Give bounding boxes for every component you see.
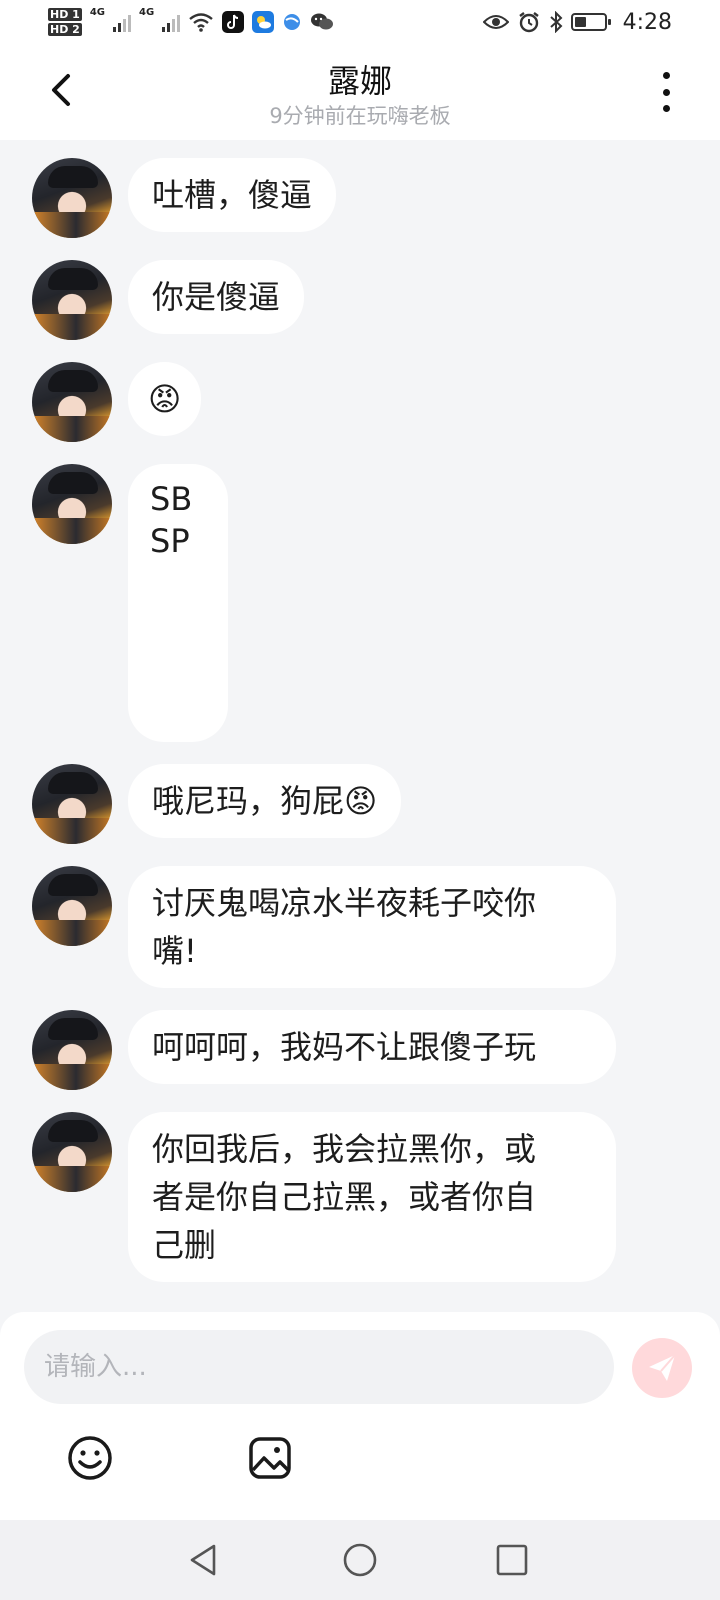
avatar[interactable] <box>32 764 112 844</box>
message-bubble[interactable]: 呵呵呵，我妈不让跟傻子玩 <box>128 1010 616 1084</box>
message-item: 讨厌鬼喝凉水半夜耗子咬你 嘴! <box>32 866 616 988</box>
sim1-label: HD 1 <box>48 8 82 21</box>
status-bar-left: HD 1 HD 2 4G 4G <box>48 7 334 37</box>
avatar[interactable] <box>32 158 112 238</box>
browser-icon <box>284 14 301 30</box>
send-icon <box>649 1354 676 1381</box>
message-item: 😡 <box>32 362 202 442</box>
status-time: 4:28 <box>622 9 672 35</box>
message-item: 吐槽，傻逼 <box>32 158 337 238</box>
wechat-icon <box>311 13 334 30</box>
eye-icon <box>482 15 509 29</box>
message-bubble[interactable]: 哦尼玛，狗屁😡 <box>128 764 402 838</box>
message-item: 你回我后，我会拉黑你，或 者是你自己拉黑，或者你自 己删 <box>32 1112 616 1282</box>
message-bubble[interactable]: 你是傻逼 <box>128 260 305 334</box>
contact-status: 9分钟前在玩嗨老板 <box>269 104 451 128</box>
send-button[interactable] <box>632 1338 692 1398</box>
avatar[interactable] <box>32 362 112 442</box>
battery-icon <box>570 13 611 31</box>
message-item: 哦尼玛，狗屁😡 <box>32 764 402 844</box>
status-bar: HD 1 HD 2 4G 4G 4:28 <box>0 0 720 44</box>
nav-recents-icon[interactable] <box>492 1540 532 1580</box>
nav-back-icon[interactable] <box>184 1540 224 1580</box>
contact-name: 露娜 <box>327 62 392 100</box>
emoji-icon[interactable] <box>66 1434 114 1482</box>
message-bubble[interactable]: SB SP <box>128 464 228 742</box>
wifi-icon <box>189 13 213 32</box>
nav-home-icon[interactable] <box>340 1540 380 1580</box>
system-nav-bar <box>0 1520 720 1600</box>
network-type-1: 4G <box>89 7 105 18</box>
signal-icon-2 <box>162 12 181 32</box>
message-bubble[interactable]: 吐槽，傻逼 <box>128 158 337 232</box>
message-list[interactable]: 吐槽，傻逼 你是傻逼 😡 SB SP 哦尼玛，狗屁😡 讨厌鬼喝凉水半夜耗子咬你 … <box>0 140 720 1310</box>
network-type-2: 4G <box>139 7 155 18</box>
message-item: SB SP <box>32 464 228 742</box>
avatar[interactable] <box>32 464 112 544</box>
input-area <box>0 1312 720 1520</box>
avatar[interactable] <box>32 1010 112 1090</box>
more-options-icon[interactable] <box>656 72 676 112</box>
message-item: 呵呵呵，我妈不让跟傻子玩 <box>32 1010 616 1090</box>
avatar[interactable] <box>32 260 112 340</box>
message-bubble[interactable]: 😡 <box>128 362 202 436</box>
image-icon[interactable] <box>246 1434 294 1482</box>
message-input[interactable] <box>24 1330 614 1404</box>
bluetooth-icon <box>549 11 563 33</box>
status-bar-right: 4:28 <box>482 9 672 35</box>
message-bubble[interactable]: 你回我后，我会拉黑你，或 者是你自己拉黑，或者你自 己删 <box>128 1112 616 1282</box>
avatar[interactable] <box>32 1112 112 1192</box>
tiktok-icon <box>222 11 245 33</box>
sim-indicator: HD 1 HD 2 <box>48 7 82 37</box>
avatar[interactable] <box>32 866 112 946</box>
message-item: 你是傻逼 <box>32 260 305 340</box>
signal-icon <box>113 12 131 32</box>
alarm-icon <box>518 12 539 33</box>
weather-icon <box>252 11 275 33</box>
message-bubble[interactable]: 讨厌鬼喝凉水半夜耗子咬你 嘴! <box>128 866 616 988</box>
sim2-label: HD 2 <box>48 23 82 36</box>
chat-header: 露娜 9分钟前在玩嗨老板 <box>0 44 720 140</box>
